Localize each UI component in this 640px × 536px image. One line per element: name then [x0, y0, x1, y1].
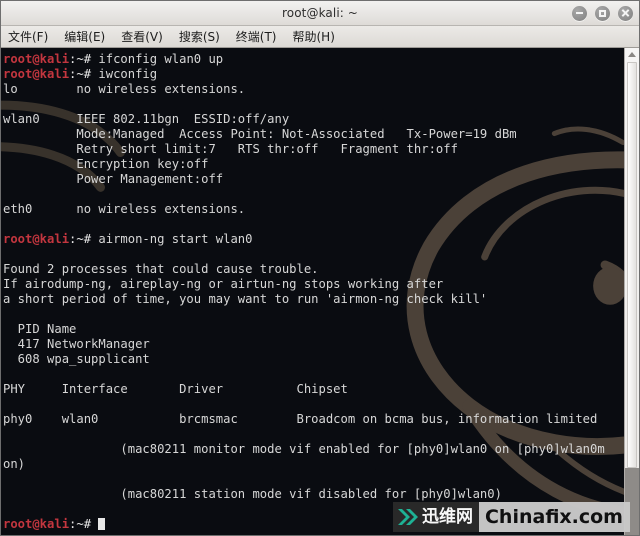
watermark-chinese-text: 迅维网: [421, 506, 473, 527]
terminal-command: ifconfig wlan0 up: [91, 52, 224, 66]
scrollbar-thumb[interactable]: [627, 62, 637, 468]
terminal-line: PID Name: [3, 322, 77, 336]
menu-item-edit[interactable]: 编辑(E): [64, 28, 114, 45]
terminal-screen[interactable]: root@kali:~# ifconfig wlan0 up root@kali:…: [1, 48, 624, 535]
terminal-line: 417 NetworkManager: [3, 337, 150, 351]
prompt-separator: :~#: [69, 52, 92, 66]
prompt-host: root@kali: [3, 517, 70, 531]
chinafix-watermark: 迅维网 Chinafix.com: [392, 502, 630, 532]
terminal-command: iwconfig: [91, 67, 158, 81]
window-controls: [572, 1, 633, 25]
terminal-window: root@kali: ~ 文件(F) 编辑(E) 查看(V) 搜索(S) 终端(…: [0, 0, 640, 536]
terminal-line: a short period of time, you may want to …: [3, 292, 488, 306]
watermark-right: Chinafix.com: [478, 502, 630, 532]
menubar: 文件(F) 编辑(E) 查看(V) 搜索(S) 终端(T) 帮助(H): [1, 26, 639, 48]
terminal-line: root@kali:~# ifconfig wlan0 up: [3, 52, 624, 67]
text-cursor: [98, 518, 106, 530]
terminal-line: (mac80211 station mode vif disabled for …: [3, 487, 502, 501]
terminal-line: root@kali:~# iwconfig: [3, 67, 624, 82]
window-titlebar: root@kali: ~: [1, 1, 639, 26]
prompt-separator: :~#: [69, 67, 92, 81]
watermark-english-text: Chinafix.com: [484, 505, 623, 528]
maximize-icon[interactable]: [595, 5, 610, 21]
terminal-line: root@kali:~# airmon-ng start wlan0: [3, 232, 624, 247]
menu-item-search[interactable]: 搜索(S): [179, 28, 229, 45]
terminal-area: root@kali:~# ifconfig wlan0 up root@kali:…: [1, 48, 639, 535]
terminal-command: airmon-ng start wlan0: [91, 232, 253, 246]
prompt-separator: :~#: [69, 232, 92, 246]
window-title: root@kali: ~: [282, 6, 358, 20]
watermark-left: 迅维网: [392, 502, 479, 532]
minimize-icon[interactable]: [572, 5, 587, 21]
close-icon[interactable]: [618, 5, 633, 21]
terminal-line: (mac80211 monitor mode vif enabled for […: [3, 442, 605, 456]
prompt-host: root@kali: [3, 67, 70, 81]
terminal-line: Found 2 processes that could cause troub…: [3, 262, 319, 276]
terminal-line: on): [3, 457, 26, 471]
prompt-host: root@kali: [3, 52, 70, 66]
terminal-line: Mode:Managed Access Point: Not-Associate…: [3, 127, 517, 141]
terminal-command: [91, 517, 98, 531]
menu-item-help[interactable]: 帮助(H): [293, 28, 344, 45]
prompt-separator: :~#: [69, 517, 92, 531]
terminal-line: Encryption key:off: [3, 157, 209, 171]
terminal-line: lo no wireless extensions.: [3, 82, 246, 96]
terminal-output: root@kali:~# ifconfig wlan0 up root@kali:…: [3, 52, 624, 532]
menu-item-file[interactable]: 文件(F): [8, 28, 57, 45]
prompt-host: root@kali: [3, 232, 70, 246]
terminal-line: Power Management:off: [3, 172, 224, 186]
menu-item-terminal[interactable]: 终端(T): [236, 28, 286, 45]
terminal-line: wlan0 IEEE 802.11bgn ESSID:off/any: [3, 112, 290, 126]
menu-item-view[interactable]: 查看(V): [121, 28, 172, 45]
terminal-line: PHY Interface Driver Chipset: [3, 382, 348, 396]
terminal-line: 608 wpa_supplicant: [3, 352, 150, 366]
terminal-line: eth0 no wireless extensions.: [3, 202, 246, 216]
terminal-scrollbar[interactable]: [624, 48, 639, 535]
terminal-line: Retry short limit:7 RTS thr:off Fragment…: [3, 142, 458, 156]
scroll-up-icon[interactable]: [628, 52, 636, 57]
terminal-line: phy0 wlan0 brcmsmac Broadcom on bcma bus…: [3, 412, 598, 426]
chevron-right-icon: [397, 507, 419, 527]
terminal-line: If airodump-ng, aireplay-ng or airtun-ng…: [3, 277, 444, 291]
